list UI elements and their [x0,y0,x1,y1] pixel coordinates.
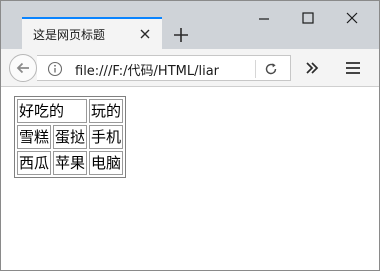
url-separator [255,60,256,78]
browser-window: 这是网页标题 file:///F:/代码/HTML/liar 好吃的 玩的 雪糕… [0,0,380,271]
minimize-icon[interactable] [249,7,279,29]
table-cell: 蛋挞 [53,125,88,149]
table-row: 好吃的 玩的 [17,99,124,123]
new-tab-plus-icon[interactable] [171,25,191,45]
window-close-icon[interactable] [337,7,367,29]
double-chevron-icon[interactable] [303,59,321,77]
table-cell: 雪糕 [17,125,52,149]
table-cell: 电脑 [89,151,124,175]
data-table: 好吃的 玩的 雪糕 蛋挞 手机 西瓜 苹果 电脑 [14,96,127,178]
table-cell: 西瓜 [17,151,52,175]
table-cell: 苹果 [53,151,88,175]
table-cell: 好吃的 [17,99,88,123]
reload-icon[interactable] [263,61,279,77]
navigation-toolbar: file:///F:/代码/HTML/liar [1,49,379,87]
table-cell: 玩的 [89,99,124,123]
tab-close-icon[interactable] [137,26,153,42]
browser-tab[interactable]: 这是网页标题 [22,17,162,49]
table-cell: 手机 [89,125,124,149]
back-arrow-icon [16,62,29,74]
tab-title: 这是网页标题 [33,28,106,42]
page-content: 好吃的 玩的 雪糕 蛋挞 手机 西瓜 苹果 电脑 [1,88,379,270]
address-bar[interactable]: file:///F:/代码/HTML/liar [37,55,291,81]
url-text[interactable]: file:///F:/代码/HTML/liar [75,60,231,78]
table-row: 雪糕 蛋挞 手机 [17,125,124,149]
back-button[interactable] [9,54,37,82]
maximize-icon[interactable] [293,7,323,29]
info-icon[interactable] [47,61,63,77]
title-bar: 这是网页标题 [1,1,379,49]
hamburger-menu-icon[interactable] [343,59,363,77]
table-row: 西瓜 苹果 电脑 [17,151,124,175]
